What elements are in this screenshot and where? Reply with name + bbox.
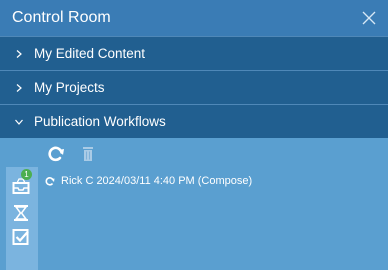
chevron-right-icon [16,49,22,58]
section-my-edited-content[interactable]: My Edited Content [0,36,388,70]
refresh-icon [45,177,55,186]
panel-title: Control Room [12,9,111,26]
control-room-panel: Control Room My Edited Content My Projec… [0,0,390,270]
chevron-down-icon [15,119,23,125]
section-my-projects[interactable]: My Projects [0,70,388,104]
section-publication-workflows[interactable]: Publication Workflows [0,104,388,138]
inbox-count-badge: 1 [21,169,32,180]
trash-icon[interactable] [78,144,98,164]
checkbox-icon[interactable] [12,228,30,246]
workflow-toolbar [46,141,98,167]
section-label: Publication Workflows [34,114,166,129]
workflow-entry-text: Rick C 2024/03/11 4:40 PM (Compose) [61,175,253,187]
workflow-sidebar: 1 [6,167,38,270]
title-bar: Control Room [0,0,388,36]
chevron-right-icon [16,83,22,92]
close-icon[interactable] [360,9,378,27]
section-label: My Edited Content [34,46,146,61]
workflow-entry[interactable]: Rick C 2024/03/11 4:40 PM (Compose) [45,175,252,187]
section-label: My Projects [34,80,105,95]
hourglass-icon[interactable] [12,204,30,222]
refresh-icon[interactable] [46,144,66,164]
